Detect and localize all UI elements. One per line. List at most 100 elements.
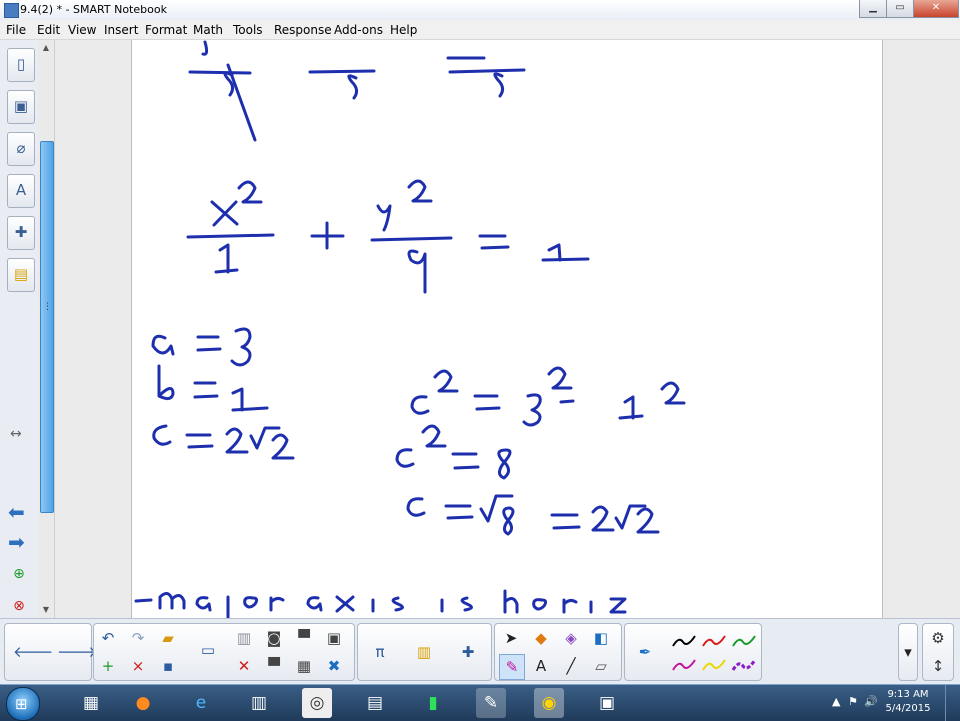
navigation-group: 🡐 🡒 [4, 623, 97, 681]
menu-response[interactable]: Response [274, 23, 332, 37]
eraser-tool-icon[interactable]: ◈ [559, 626, 583, 650]
clock[interactable]: 9:13 AM 5/4/2015 [880, 688, 936, 716]
shapes-icon[interactable]: ◆ [529, 626, 553, 650]
response-icon[interactable]: ▤ [7, 258, 35, 292]
pen-color-yellow[interactable] [701, 656, 727, 676]
text-icon[interactable]: A [529, 654, 553, 678]
menu-view[interactable]: View [68, 23, 96, 37]
network-app-icon[interactable]: ▥ [244, 688, 274, 718]
back-icon[interactable]: 🡐 [13, 640, 53, 664]
toolbar-options-group: ⚙ ↕ [922, 623, 954, 681]
delete-page-icon[interactable]: ⊗ [9, 596, 29, 616]
calculator-icon[interactable]: ▤ [360, 688, 390, 718]
paste-icon[interactable]: ▥ [232, 626, 256, 650]
table-icon[interactable]: ▦ [292, 654, 316, 678]
select-icon[interactable]: ➤ [499, 626, 523, 650]
maximize-button[interactable]: ▭ [886, 0, 914, 18]
firefox-icon[interactable]: ● [128, 688, 158, 718]
math-icon[interactable]: π [368, 640, 392, 664]
add-page-icon[interactable]: ⊕ [9, 564, 29, 584]
menu-tools[interactable]: Tools [233, 23, 263, 37]
addons-group: π ▥ ✚ [357, 623, 492, 681]
show-desktop-button[interactable] [945, 685, 960, 721]
smart-notebook-icon[interactable]: ✎ [476, 688, 506, 718]
title-bar: 9.4(2) * - SMART Notebook ▁ ▭ ✕ [0, 0, 960, 21]
screen-capture-icon[interactable]: ◙ [262, 626, 286, 650]
close-view-icon[interactable]: ✖ [322, 654, 346, 678]
attachments-icon[interactable]: ⌀ [7, 132, 35, 166]
notebook-page[interactable] [131, 40, 883, 618]
scroll-up-icon[interactable]: ▲ [38, 40, 54, 56]
redo-icon[interactable]: ↷ [126, 626, 150, 650]
pen-color-magenta[interactable] [671, 656, 697, 676]
lines-icon[interactable]: ╱ [559, 654, 583, 678]
addon-button-icon[interactable]: ✚ [456, 640, 480, 664]
menu-add-ons[interactable]: Add-ons [334, 23, 383, 37]
clock-date: 5/4/2015 [885, 703, 931, 714]
save-icon[interactable]: ▪ [156, 654, 180, 678]
undo-icon[interactable]: ↶ [96, 626, 120, 650]
page-sorter-icon[interactable]: ▯ [7, 48, 35, 82]
handwriting-ink[interactable] [132, 40, 882, 618]
more-tools-icon[interactable]: ▾ [896, 640, 920, 664]
minimize-button[interactable]: ▁ [859, 0, 887, 18]
vertical-scrollbar[interactable]: ▲ ▼ [38, 40, 55, 618]
delete-icon[interactable]: ✕ [232, 654, 256, 678]
eraser-icon[interactable]: ▱ [589, 654, 613, 678]
forward-icon[interactable]: 🡒 [57, 640, 97, 664]
clock-time: 9:13 AM [887, 689, 929, 700]
move-toolbar-icon[interactable]: ↕ [926, 654, 950, 678]
properties-icon[interactable]: A [7, 174, 35, 208]
start-button[interactable]: ⊞ [6, 687, 40, 721]
volume-icon[interactable]: 🔊 [864, 695, 878, 708]
add-ons-icon[interactable]: ✚ [7, 216, 35, 250]
pen-properties-group: ✒ [624, 623, 762, 681]
audio-meter-icon[interactable]: ▮ [418, 688, 448, 718]
panel-grip-icon[interactable]: ⋮ [43, 302, 52, 312]
display-icon[interactable]: ▭ [196, 638, 220, 662]
settings-icon[interactable]: ⚙ [926, 626, 950, 650]
scrollbar-thumb[interactable] [40, 141, 54, 513]
menu-file[interactable]: File [6, 23, 26, 37]
file-tools-group: ↶ ↷ ▰ + × ▪ ▭ ▥ ◙ ▀ ▣ ✕ ▀ ▦ ✖ [93, 623, 355, 681]
pen-color-purple[interactable] [731, 656, 757, 676]
response-button-icon[interactable]: ▥ [412, 640, 436, 664]
menu-edit[interactable]: Edit [37, 23, 60, 37]
next-page-icon[interactable]: ➡ [8, 530, 25, 554]
side-tab-bar: ▯ ▣ ⌀ A ✚ ▤ ↔ ⬅ ➡ ⊕ ⊗ [0, 40, 39, 618]
pen-color-red[interactable] [701, 632, 727, 652]
action-center-icon[interactable]: ⚑ [848, 695, 858, 708]
delete-page-button-icon[interactable]: × [126, 654, 150, 678]
open-file-icon[interactable]: ▰ [156, 626, 180, 650]
add-page-button-icon[interactable]: + [96, 654, 120, 678]
smart-tools-icon[interactable]: ◉ [534, 688, 564, 718]
main-toolbar: 🡐 🡒 ↶ ↷ ▰ + × ▪ ▭ ▥ ◙ ▀ ▣ ✕ ▀ ▦ ✖ π ▥ ✚ … [0, 618, 960, 685]
taskbar: ⊞ ▦ ● e ▥ ◎ ▤ ▮ ✎ ◉ ▣ ▲ ⚑ 🔊 9:13 AM 5/4/… [0, 684, 960, 721]
calculator-app-icon[interactable]: ▦ [76, 688, 106, 718]
document-camera-icon[interactable]: ◎ [302, 688, 332, 718]
resize-icon[interactable]: ↔ [10, 426, 22, 442]
screen-shade-icon[interactable]: ▀ [292, 626, 316, 650]
pens-icon[interactable]: ✎ [499, 654, 525, 680]
internet-explorer-icon[interactable]: e [186, 688, 216, 718]
menu-bar: File Edit View Insert Format Math Tools … [0, 20, 960, 40]
drawing-tools-group: ➤ ◆ ◈ ◧ ✎ A ╱ ▱ [494, 623, 622, 681]
screen-shade-toggle-icon[interactable]: ▀ [262, 654, 286, 678]
window-title: 9.4(2) * - SMART Notebook [20, 3, 167, 16]
menu-math[interactable]: Math [193, 23, 223, 37]
window-app-icon[interactable]: ▣ [592, 688, 622, 718]
scroll-down-icon[interactable]: ▼ [38, 602, 54, 618]
menu-help[interactable]: Help [390, 23, 417, 37]
full-screen-icon[interactable]: ▣ [322, 626, 346, 650]
close-button[interactable]: ✕ [913, 0, 959, 18]
pen-color-green[interactable] [731, 632, 757, 652]
tray-expand-icon[interactable]: ▲ [832, 695, 840, 708]
windows-logo-icon: ⊞ [15, 695, 28, 713]
previous-page-icon[interactable]: ⬅ [8, 500, 25, 524]
fill-icon[interactable]: ◧ [589, 626, 613, 650]
pen-color-black[interactable] [671, 632, 697, 652]
menu-format[interactable]: Format [145, 23, 187, 37]
pen-tool-icon[interactable]: ✒ [633, 640, 657, 664]
gallery-icon[interactable]: ▣ [7, 90, 35, 124]
menu-insert[interactable]: Insert [104, 23, 138, 37]
